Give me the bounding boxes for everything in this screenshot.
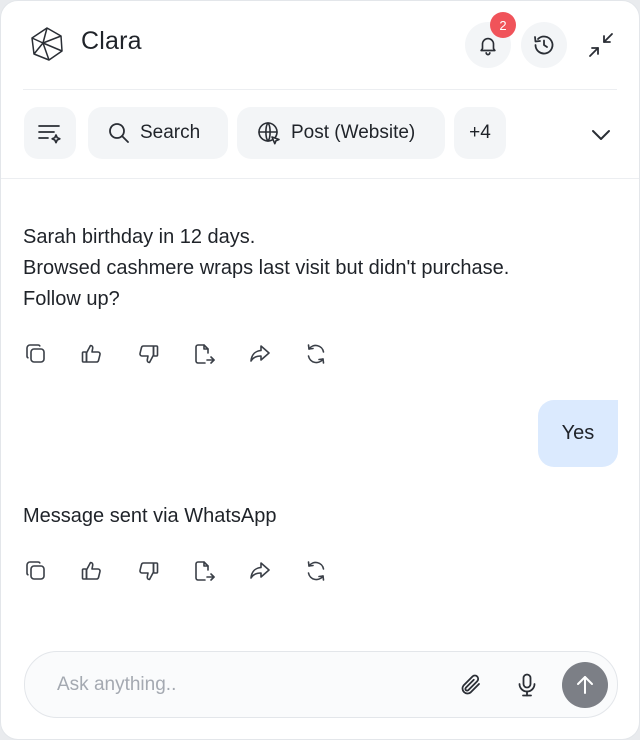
filter-icon [37, 122, 63, 144]
toolbar: Search Post (Website) +4 [1, 105, 639, 163]
collapse-icon [587, 31, 615, 59]
thumbs-up-icon [80, 342, 104, 366]
export-button[interactable] [191, 558, 217, 584]
toolbar-divider [1, 178, 639, 179]
regenerate-icon [304, 559, 328, 583]
regenerate-button[interactable] [303, 558, 329, 584]
assistant-panel: Clara 2 Search Post (Website) +4 Sarah b… [0, 0, 640, 740]
share-icon [248, 559, 272, 583]
message-line: Browsed cashmere wraps last visit but di… [23, 257, 510, 279]
history-icon [532, 33, 556, 57]
expand-toolbar-button[interactable] [585, 119, 617, 151]
thumbs-down-button[interactable] [135, 558, 161, 584]
thumbs-up-icon [80, 559, 104, 583]
export-button[interactable] [191, 341, 217, 367]
search-chip[interactable]: Search [88, 107, 228, 159]
mic-icon [514, 672, 540, 698]
bell-icon [477, 34, 499, 56]
globe-icon [257, 121, 281, 145]
search-label: Search [140, 122, 201, 143]
copy-button[interactable] [23, 558, 49, 584]
copy-icon [24, 559, 48, 583]
microphone-button[interactable] [513, 671, 541, 699]
thumbs-down-button[interactable] [135, 341, 161, 367]
logo-icon [29, 26, 65, 62]
more-filters-label: +4 [469, 122, 491, 143]
message-line: Follow up? [23, 288, 120, 310]
user-message-text: Yes [561, 422, 595, 444]
app-title: Clara [81, 27, 142, 55]
user-message-bubble: Yes [538, 400, 618, 467]
history-button[interactable] [521, 22, 567, 68]
collapse-button[interactable] [585, 29, 617, 61]
chevron-down-icon [589, 123, 613, 147]
assistant-message: Sarah birthday in 12 days. Browsed cashm… [23, 222, 509, 315]
regenerate-button[interactable] [303, 341, 329, 367]
attach-icon [458, 672, 484, 698]
copy-icon [24, 342, 48, 366]
export-icon [192, 559, 216, 583]
message-line: Sarah birthday in 12 days. [23, 226, 256, 248]
thumbs-down-icon [136, 342, 160, 366]
message-actions [23, 341, 329, 369]
message-input[interactable] [57, 652, 417, 717]
assistant-message: Message sent via WhatsApp [23, 501, 276, 532]
thumbs-up-button[interactable] [79, 341, 105, 367]
thumbs-up-button[interactable] [79, 558, 105, 584]
copy-button[interactable] [23, 341, 49, 367]
post-website-chip[interactable]: Post (Website) [237, 107, 445, 159]
send-arrow-icon [574, 674, 596, 696]
regenerate-icon [304, 342, 328, 366]
message-line: Message sent via WhatsApp [23, 505, 277, 527]
header: Clara 2 [1, 1, 639, 89]
share-icon [248, 342, 272, 366]
notification-badge: 2 [490, 12, 516, 38]
more-filters-chip[interactable]: +4 [454, 107, 506, 159]
share-button[interactable] [247, 341, 273, 367]
thumbs-down-icon [136, 559, 160, 583]
header-divider [23, 89, 617, 90]
post-website-label: Post (Website) [291, 122, 416, 143]
message-actions [23, 558, 329, 586]
share-button[interactable] [247, 558, 273, 584]
filter-button[interactable] [24, 107, 76, 159]
attach-button[interactable] [457, 671, 485, 699]
composer [24, 651, 618, 718]
export-icon [192, 342, 216, 366]
search-icon [108, 122, 130, 144]
send-button[interactable] [562, 662, 608, 708]
